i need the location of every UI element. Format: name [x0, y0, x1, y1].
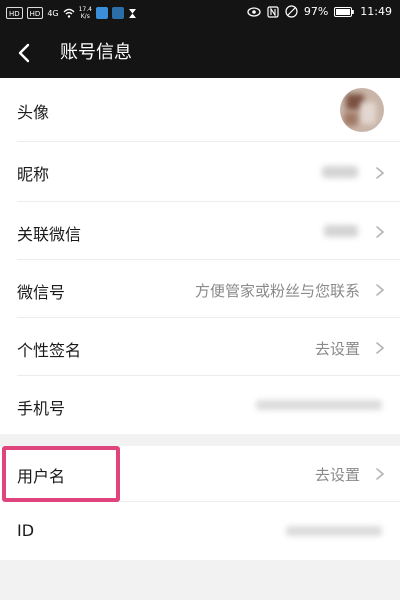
id-value-masked: [286, 526, 382, 536]
net-speed: 17.4 K/s: [79, 6, 92, 20]
status-bar: HD HD 4G 17.4 K/s 97% 11:49: [0, 0, 400, 28]
battery-percent: 97%: [303, 5, 329, 18]
signal-off-icon: [285, 5, 298, 18]
nfc-icon: [267, 5, 279, 18]
network-type: 4G: [47, 8, 59, 18]
app-header: 账号信息: [0, 28, 400, 78]
row-label: 关联微信: [17, 225, 82, 244]
hd-badge: HD: [6, 7, 23, 19]
avatar: [340, 88, 384, 132]
page-title: 账号信息: [60, 42, 132, 63]
row-label: 微信号: [17, 283, 66, 302]
row-label: 头像: [17, 103, 50, 122]
eye-icon: [247, 6, 261, 17]
app-notification-icon-2: [111, 7, 124, 19]
avatar-pixel: [344, 112, 358, 126]
net-speed-unit: K/s: [80, 13, 90, 20]
row-label: 手机号: [17, 399, 66, 418]
net-speed-value: 17.4: [78, 6, 92, 13]
chevron-right-icon: [376, 284, 385, 296]
row-label: 个性签名: [17, 341, 82, 360]
row-id: ID: [0, 502, 400, 560]
clock: 11:49: [360, 5, 392, 18]
row-signature[interactable]: 个性签名 去设置: [0, 318, 400, 376]
row-label: ID: [17, 521, 35, 540]
chevron-right-icon: [376, 468, 385, 480]
app-notification-icon: [95, 7, 108, 19]
avatar-pixel: [360, 102, 376, 124]
row-value: 去设置: [314, 466, 360, 484]
wifi-icon: [63, 8, 75, 18]
status-left-icons: HD HD 4G 17.4 K/s: [6, 6, 137, 20]
chevron-right-icon: [376, 342, 385, 354]
phone-value-masked: [256, 400, 382, 410]
row-phone: 手机号: [0, 376, 400, 434]
chevron-right-icon: [376, 167, 385, 179]
hourglass-icon: [128, 8, 136, 18]
nickname-value-masked: [322, 166, 358, 178]
battery-icon: [334, 6, 355, 17]
back-arrow-icon: [18, 43, 30, 63]
highlight-box: [2, 446, 120, 502]
row-value: 去设置: [314, 340, 360, 358]
row-nickname[interactable]: 昵称: [0, 142, 400, 202]
row-value: 方便管家或粉丝与您联系: [194, 282, 360, 300]
linked-wechat-value-masked: [324, 225, 358, 237]
status-right-icons: 97% 11:49: [247, 5, 392, 18]
row-avatar[interactable]: 头像: [0, 78, 400, 142]
back-button[interactable]: [12, 40, 38, 66]
hd-badge-2: HD: [26, 7, 44, 19]
chevron-right-icon: [376, 226, 385, 238]
row-label: 昵称: [17, 165, 50, 184]
row-linked-wechat[interactable]: 关联微信: [0, 202, 400, 260]
row-wechat-id[interactable]: 微信号 方便管家或粉丝与您联系: [0, 260, 400, 318]
